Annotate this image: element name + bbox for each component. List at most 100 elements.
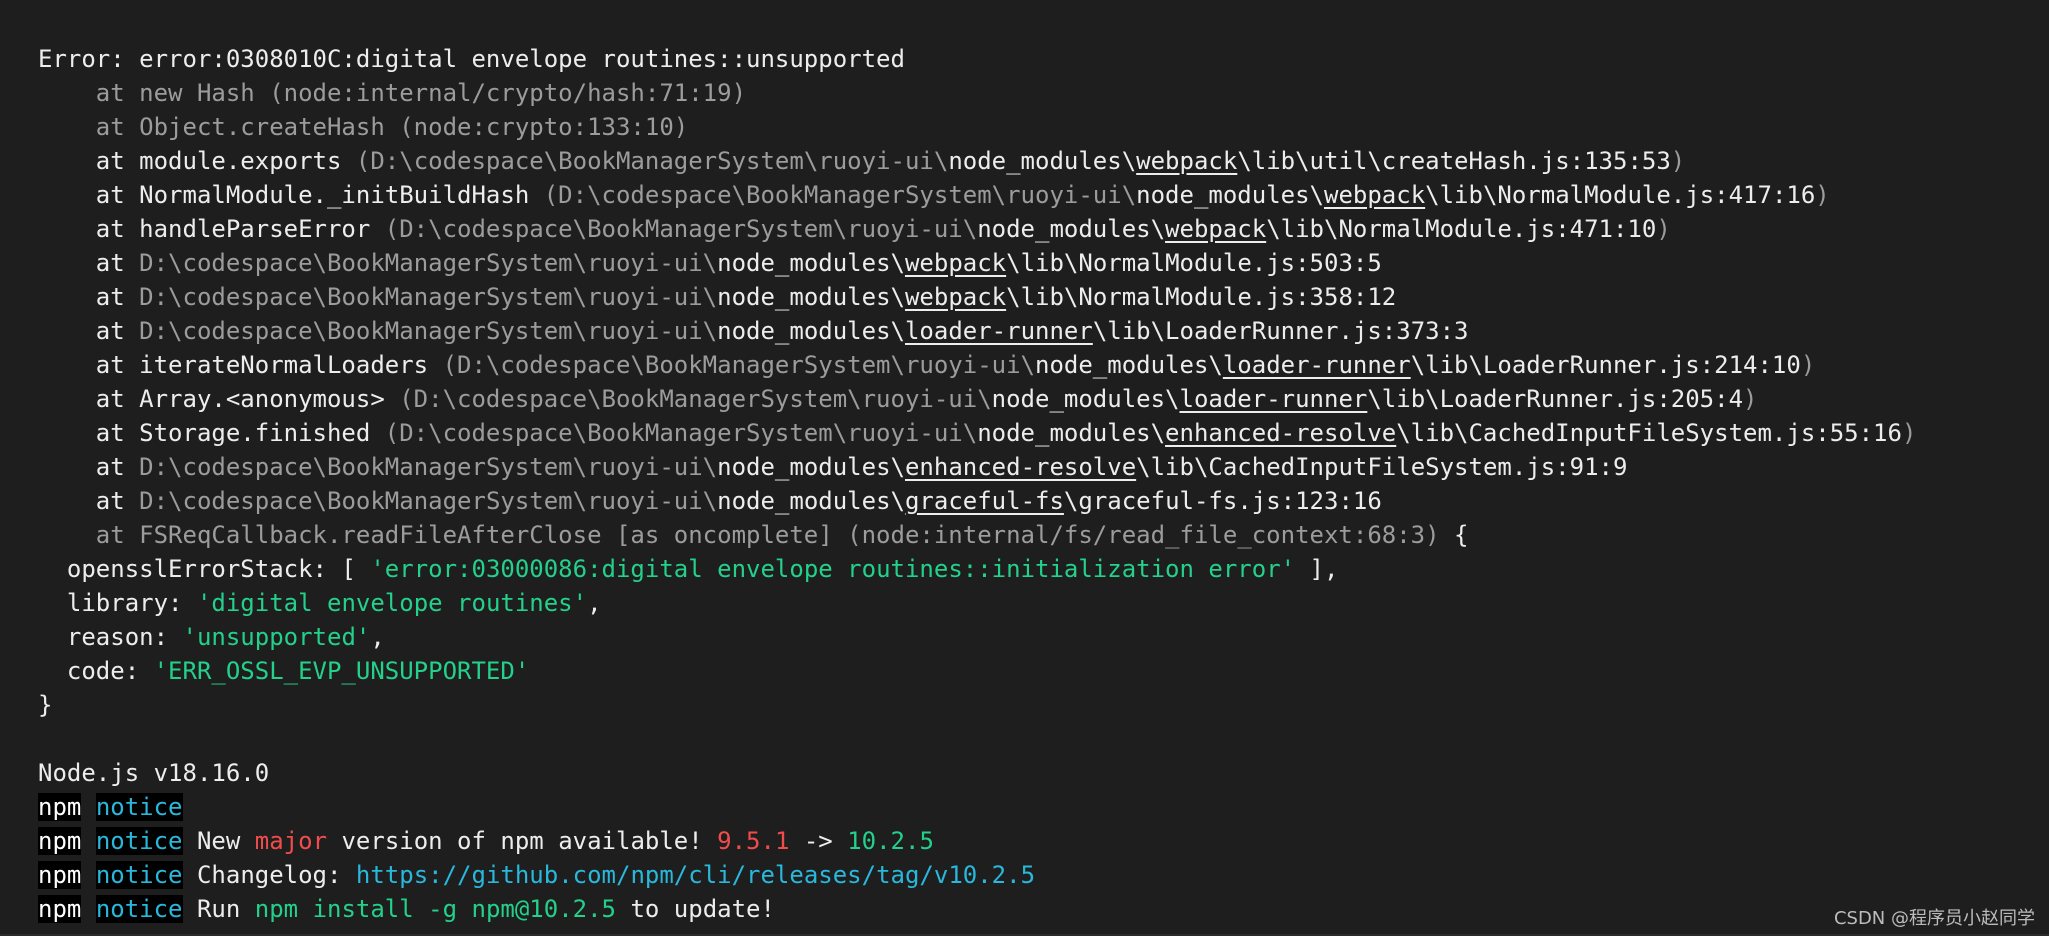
terminal-line: at iterateNormalLoaders (D:\codespace\Bo… xyxy=(38,348,2029,382)
terminal-text: npm install -g npm@10.2.5 xyxy=(254,895,616,923)
notice-label: notice xyxy=(95,895,183,923)
terminal-line: at module.exports (D:\codespace\BookMana… xyxy=(38,144,2029,178)
terminal-line: reason: 'unsupported', xyxy=(38,620,2029,654)
terminal-line: code: 'ERR_OSSL_EVP_UNSUPPORTED' xyxy=(38,654,2029,688)
terminal-line: at Array.<anonymous> (D:\codespace\BookM… xyxy=(38,382,2029,416)
terminal-text: Node.js v18.16.0 xyxy=(38,759,270,787)
terminal-text: node_modules\ xyxy=(717,317,905,345)
terminal-text: library: xyxy=(38,589,197,617)
module-name-link[interactable]: loader-runner xyxy=(905,317,1093,345)
npm-label: npm xyxy=(38,895,82,923)
terminal-text: to update! xyxy=(616,895,775,923)
terminal-text: (D:\codespace\BookManagerSystem\ruoyi-ui… xyxy=(355,147,949,175)
terminal-text: ) xyxy=(1800,351,1816,379)
terminal-text: version of npm available! xyxy=(327,827,718,855)
terminal-line: at new Hash (node:internal/crypto/hash:7… xyxy=(38,76,2029,110)
terminal-text: at xyxy=(38,317,140,345)
module-name-link[interactable]: graceful-fs xyxy=(905,487,1064,515)
terminal-text: D:\codespace\BookManagerSystem\ruoyi-ui\ xyxy=(139,249,718,277)
terminal-line: library: 'digital envelope routines', xyxy=(38,586,2029,620)
terminal-text: ) xyxy=(1670,147,1686,175)
terminal-text: \lib\util\createHash.js:135:53 xyxy=(1237,147,1671,175)
terminal-text: major xyxy=(254,827,328,855)
terminal-line: at FSReqCallback.readFileAfterClose [as … xyxy=(38,518,2029,552)
module-name-link[interactable]: webpack xyxy=(905,283,1006,311)
terminal-line: at Object.createHash (node:crypto:133:10… xyxy=(38,110,2029,144)
terminal-line: npm notice Run npm install -g npm@10.2.5… xyxy=(38,892,2029,926)
terminal-line: at Storage.finished (D:\codespace\BookMa… xyxy=(38,416,2029,450)
terminal-text: 'digital envelope routines' xyxy=(196,589,588,617)
notice-label: notice xyxy=(95,861,183,889)
terminal-text: \lib\NormalModule.js:358:12 xyxy=(1006,283,1397,311)
terminal-text: 10.2.5 xyxy=(847,827,934,855)
terminal-line: npm notice xyxy=(38,790,2029,824)
terminal-text: reason: xyxy=(38,623,183,651)
terminal-text: node_modules\ xyxy=(948,147,1137,175)
terminal-text: Error: error:0308010C:digital envelope r… xyxy=(38,45,905,73)
terminal-text: node_modules\ xyxy=(717,487,905,515)
module-name-link[interactable]: enhanced-resolve xyxy=(1165,419,1396,447)
terminal-text: at Array.<anonymous> xyxy=(38,385,400,413)
notice-label: notice xyxy=(95,827,183,855)
watermark: CSDN @程序员小赵同学 xyxy=(1833,908,2035,929)
terminal-text: at xyxy=(38,249,140,277)
terminal-text: at new Hash (node:internal/crypto/hash:7… xyxy=(38,79,747,107)
terminal-line: at NormalModule._initBuildHash (D:\codes… xyxy=(38,178,2029,212)
terminal-text: D:\codespace\BookManagerSystem\ruoyi-ui\ xyxy=(139,317,718,345)
terminal-text: New xyxy=(182,827,255,855)
terminal-text: at NormalModule._initBuildHash xyxy=(38,181,544,209)
notice-label: notice xyxy=(95,793,183,821)
changelog-link[interactable]: https://github.com/npm/cli/releases/tag/… xyxy=(356,861,1035,889)
terminal-line: at D:\codespace\BookManagerSystem\ruoyi-… xyxy=(38,314,2029,348)
terminal-text: \graceful-fs.js:123:16 xyxy=(1063,487,1382,515)
terminal-text: ) xyxy=(1743,385,1758,413)
terminal-line: opensslErrorStack: [ 'error:03000086:dig… xyxy=(38,552,2029,586)
terminal-text: at Object.createHash (node:crypto:133:10… xyxy=(38,113,689,141)
terminal-text: \lib\NormalModule.js:503:5 xyxy=(1006,249,1382,277)
terminal-text: \lib\LoaderRunner.js:373:3 xyxy=(1092,317,1469,345)
terminal-text: (D:\codespace\BookManagerSystem\ruoyi-ui… xyxy=(384,419,978,447)
terminal-text: at iterateNormalLoaders xyxy=(38,351,443,379)
terminal-text: } xyxy=(38,691,53,719)
terminal-text: \lib\LoaderRunner.js:205:4 xyxy=(1367,385,1744,413)
terminal-line: Error: error:0308010C:digital envelope r… xyxy=(38,42,2029,76)
npm-label: npm xyxy=(38,861,82,889)
terminal-text: { xyxy=(1439,521,1469,549)
terminal-text: D:\codespace\BookManagerSystem\ruoyi-ui\ xyxy=(139,453,718,481)
terminal-text: node_modules\ xyxy=(717,283,905,311)
terminal-text: , xyxy=(370,623,385,651)
terminal-line: at D:\codespace\BookManagerSystem\ruoyi-… xyxy=(38,280,2029,314)
terminal-text: ) xyxy=(1656,215,1671,243)
module-name-link[interactable]: webpack xyxy=(1165,215,1266,243)
terminal-text: (D:\codespace\BookManagerSystem\ruoyi-ui… xyxy=(384,215,978,243)
terminal-text: 'unsupported' xyxy=(182,623,371,651)
module-name-link[interactable]: webpack xyxy=(1324,181,1425,209)
terminal-text: 'error:03000086:digital envelope routine… xyxy=(370,555,1296,583)
terminal-text: opensslErrorStack: [ xyxy=(38,555,371,583)
terminal-text: ) xyxy=(1815,181,1830,209)
terminal-text: at handleParseError xyxy=(38,215,385,243)
terminal-text: at xyxy=(38,453,140,481)
terminal-line: at D:\codespace\BookManagerSystem\ruoyi-… xyxy=(38,450,2029,484)
module-name-link[interactable]: enhanced-resolve xyxy=(905,453,1136,481)
module-name-link[interactable]: webpack xyxy=(1136,147,1237,175)
npm-label: npm xyxy=(38,827,82,855)
terminal-text: at module.exports xyxy=(38,147,356,175)
module-name-link[interactable]: webpack xyxy=(905,249,1006,277)
terminal-line: npm notice New major version of npm avai… xyxy=(38,824,2029,858)
terminal-text: -> xyxy=(789,827,848,855)
terminal-text: code: xyxy=(38,657,154,685)
terminal-text: \lib\CachedInputFileSystem.js:91:9 xyxy=(1136,453,1628,481)
terminal-text: at FSReqCallback.readFileAfterClose [as … xyxy=(38,521,1440,549)
module-name-link[interactable]: loader-runner xyxy=(1223,351,1411,379)
terminal-text: \lib\NormalModule.js:417:16 xyxy=(1425,181,1816,209)
terminal-text: node_modules\ xyxy=(977,419,1166,447)
terminal-text: node_modules\ xyxy=(717,453,905,481)
terminal-text: Run xyxy=(182,895,255,923)
module-name-link[interactable]: loader-runner xyxy=(1180,385,1368,413)
terminal-text: node_modules\ xyxy=(1136,181,1324,209)
terminal-text: at xyxy=(38,283,140,311)
